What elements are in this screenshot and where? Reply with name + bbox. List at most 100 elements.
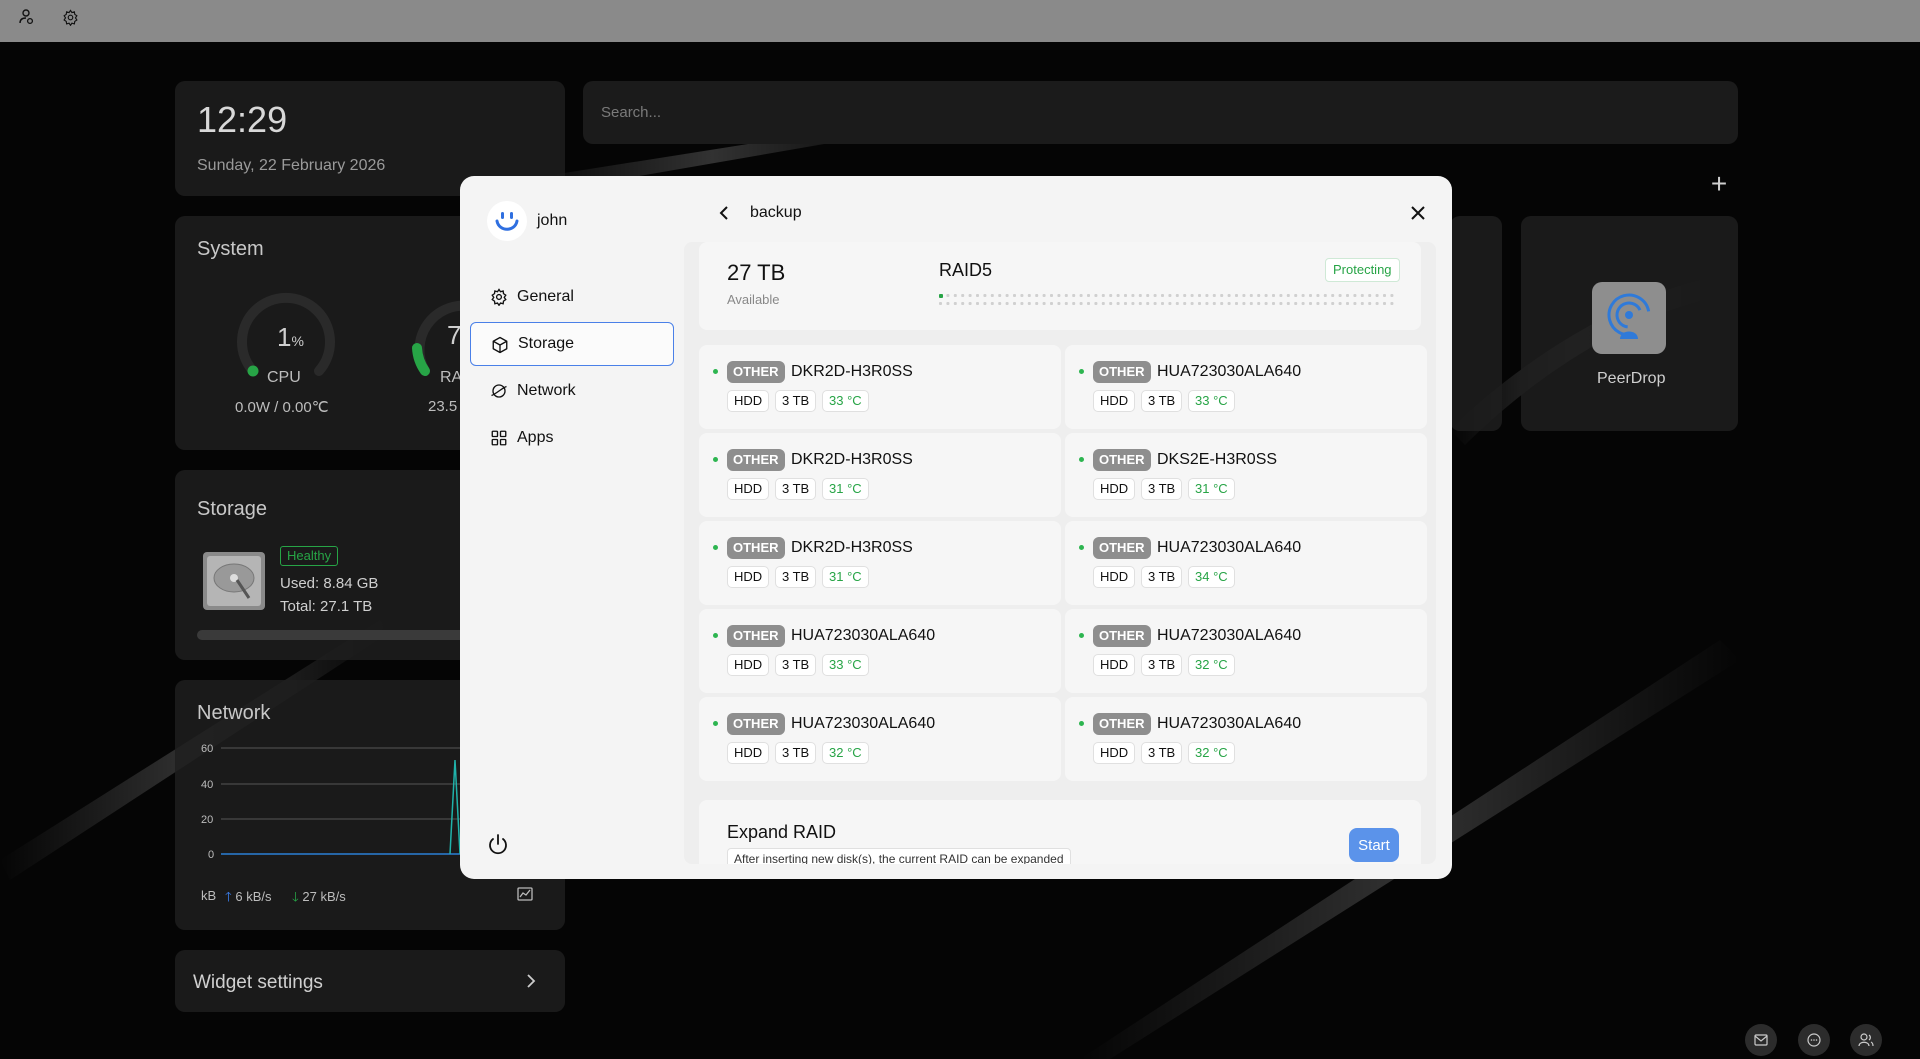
- start-expand-button[interactable]: Start: [1349, 828, 1399, 862]
- progress-cell: [946, 294, 950, 297]
- gear-icon[interactable]: [59, 6, 81, 28]
- ram-label: RA: [440, 369, 463, 386]
- progress-cell: [1057, 302, 1061, 305]
- progress-cell: [976, 302, 979, 305]
- disk-status-dot: [713, 369, 718, 374]
- disk-status-dot: [1079, 721, 1084, 726]
- progress-cell: [1257, 302, 1261, 305]
- disk-card[interactable]: OTHER DKR2D-H3R0SS HDD 3 TB 33 °C: [699, 345, 1061, 429]
- progress-cell: [1294, 294, 1298, 297]
- progress-cell: [939, 302, 942, 305]
- disk-card[interactable]: OTHER HUA723030ALA640 HDD 3 TB 33 °C: [1065, 345, 1427, 429]
- disk-size-chip: 3 TB: [1141, 390, 1183, 412]
- progress-cell: [1094, 302, 1098, 305]
- progress-cell: [1257, 294, 1261, 297]
- progress-cell: [1249, 294, 1253, 297]
- progress-cell: [1190, 302, 1194, 305]
- disk-size-chip: 3 TB: [775, 566, 817, 588]
- nav-item-network[interactable]: Network: [470, 369, 674, 413]
- progress-cell: [1338, 302, 1342, 305]
- y-tick-60: 60: [201, 743, 213, 755]
- progress-cell: [1353, 294, 1357, 297]
- users-icon[interactable]: [1850, 1024, 1882, 1056]
- nav-item-apps[interactable]: Apps: [470, 416, 674, 460]
- disk-status-dot: [1079, 545, 1084, 550]
- nav-label-general: General: [517, 288, 574, 305]
- search-input[interactable]: [601, 81, 1701, 144]
- progress-cell: [1138, 302, 1142, 305]
- progress-cell: [1027, 294, 1031, 297]
- disk-type-badge: OTHER: [727, 537, 785, 559]
- progress-cell: [961, 294, 965, 297]
- progress-cell: [1272, 302, 1275, 305]
- progress-cell: [990, 294, 994, 297]
- disk-card[interactable]: OTHER HUA723030ALA640 HDD 3 TB 34 °C: [1065, 521, 1427, 605]
- nav-item-storage[interactable]: Storage: [470, 322, 674, 366]
- progress-cell: [1360, 294, 1364, 297]
- disk-model: HUA723030ALA640: [1157, 539, 1302, 556]
- disk-kind-chip: HDD: [1093, 654, 1136, 676]
- progress-cell: [968, 302, 972, 305]
- progress-cell: [1331, 294, 1335, 297]
- disk-size-chip: 3 TB: [775, 742, 817, 764]
- disk-card[interactable]: OTHER HUA723030ALA640 HDD 3 TB 32 °C: [699, 697, 1061, 781]
- disk-card[interactable]: OTHER DKR2D-H3R0SS HDD 3 TB 31 °C: [699, 433, 1061, 517]
- disk-card[interactable]: OTHER HUA723030ALA640 HDD 3 TB 32 °C: [1065, 697, 1427, 781]
- progress-cell: [1375, 294, 1379, 297]
- disk-size-chip: 3 TB: [775, 654, 817, 676]
- disk-model: HUA723030ALA640: [791, 715, 936, 732]
- expand-raid-title: Expand RAID: [727, 822, 837, 842]
- y-tick-0: 0: [208, 849, 214, 860]
- cpu-label: CPU: [267, 369, 301, 386]
- nav-label-storage: Storage: [518, 335, 575, 352]
- nav-item-general[interactable]: General: [470, 275, 674, 319]
- add-app-icon[interactable]: +: [1707, 170, 1731, 198]
- progress-cell: [1227, 294, 1231, 297]
- chat-icon[interactable]: [1798, 1024, 1830, 1056]
- power-icon[interactable]: [486, 833, 510, 857]
- progress-cell: [1050, 294, 1053, 297]
- network-title: Network: [197, 702, 271, 724]
- progress-cell: [968, 294, 972, 297]
- panel-title: backup: [750, 204, 802, 221]
- disk-status-dot: [713, 721, 718, 726]
- progress-cell: [1383, 294, 1386, 297]
- progress-cell: [1064, 294, 1068, 297]
- disk-card[interactable]: OTHER DKS2E-H3R0SS HDD 3 TB 31 °C: [1065, 433, 1427, 517]
- progress-cell: [1087, 294, 1090, 297]
- progress-cell: [1042, 294, 1046, 297]
- disk-card[interactable]: OTHER DKR2D-H3R0SS HDD 3 TB 31 °C: [699, 521, 1061, 605]
- disk-temp-chip: 33 °C: [822, 390, 869, 412]
- progress-cell: [1094, 294, 1098, 297]
- raid-status-badge: Protecting: [1325, 258, 1400, 282]
- progress-cell: [1146, 302, 1150, 305]
- progress-cell: [1109, 294, 1113, 297]
- progress-cell: [1316, 294, 1320, 297]
- avatar[interactable]: [487, 201, 527, 241]
- progress-cell: [1279, 294, 1283, 297]
- disk-card[interactable]: OTHER HUA723030ALA640 HDD 3 TB 33 °C: [699, 609, 1061, 693]
- peerdrop-icon[interactable]: [1592, 282, 1666, 354]
- user-network-icon[interactable]: [15, 6, 37, 28]
- progress-cell: [1131, 294, 1135, 297]
- progress-cell: [1116, 294, 1120, 297]
- progress-cell: [1346, 302, 1349, 305]
- search-bar[interactable]: [583, 81, 1738, 144]
- disk-temp-chip: 34 °C: [1188, 566, 1235, 588]
- mail-icon[interactable]: [1745, 1024, 1777, 1056]
- chart-toggle-icon[interactable]: [517, 887, 533, 901]
- clock-time: 12:29: [197, 99, 288, 140]
- disk-type-badge: OTHER: [727, 625, 785, 647]
- widget-settings-label: Widget settings: [193, 972, 323, 993]
- progress-cell: [1294, 302, 1298, 305]
- close-icon[interactable]: [1408, 203, 1428, 223]
- disk-card[interactable]: OTHER HUA723030ALA640 HDD 3 TB 32 °C: [1065, 609, 1427, 693]
- progress-cell: [983, 302, 987, 305]
- disk-status-dot: [713, 545, 718, 550]
- progress-cell: [1242, 294, 1246, 297]
- storage-detail-panel[interactable]: 27 TB Available RAID5 Protecting OTHER DK…: [684, 242, 1436, 864]
- progress-cell: [1005, 302, 1009, 305]
- back-chevron-icon[interactable]: [714, 203, 734, 223]
- progress-cell: [939, 294, 943, 298]
- widget-settings-button[interactable]: Widget settings: [175, 950, 565, 1012]
